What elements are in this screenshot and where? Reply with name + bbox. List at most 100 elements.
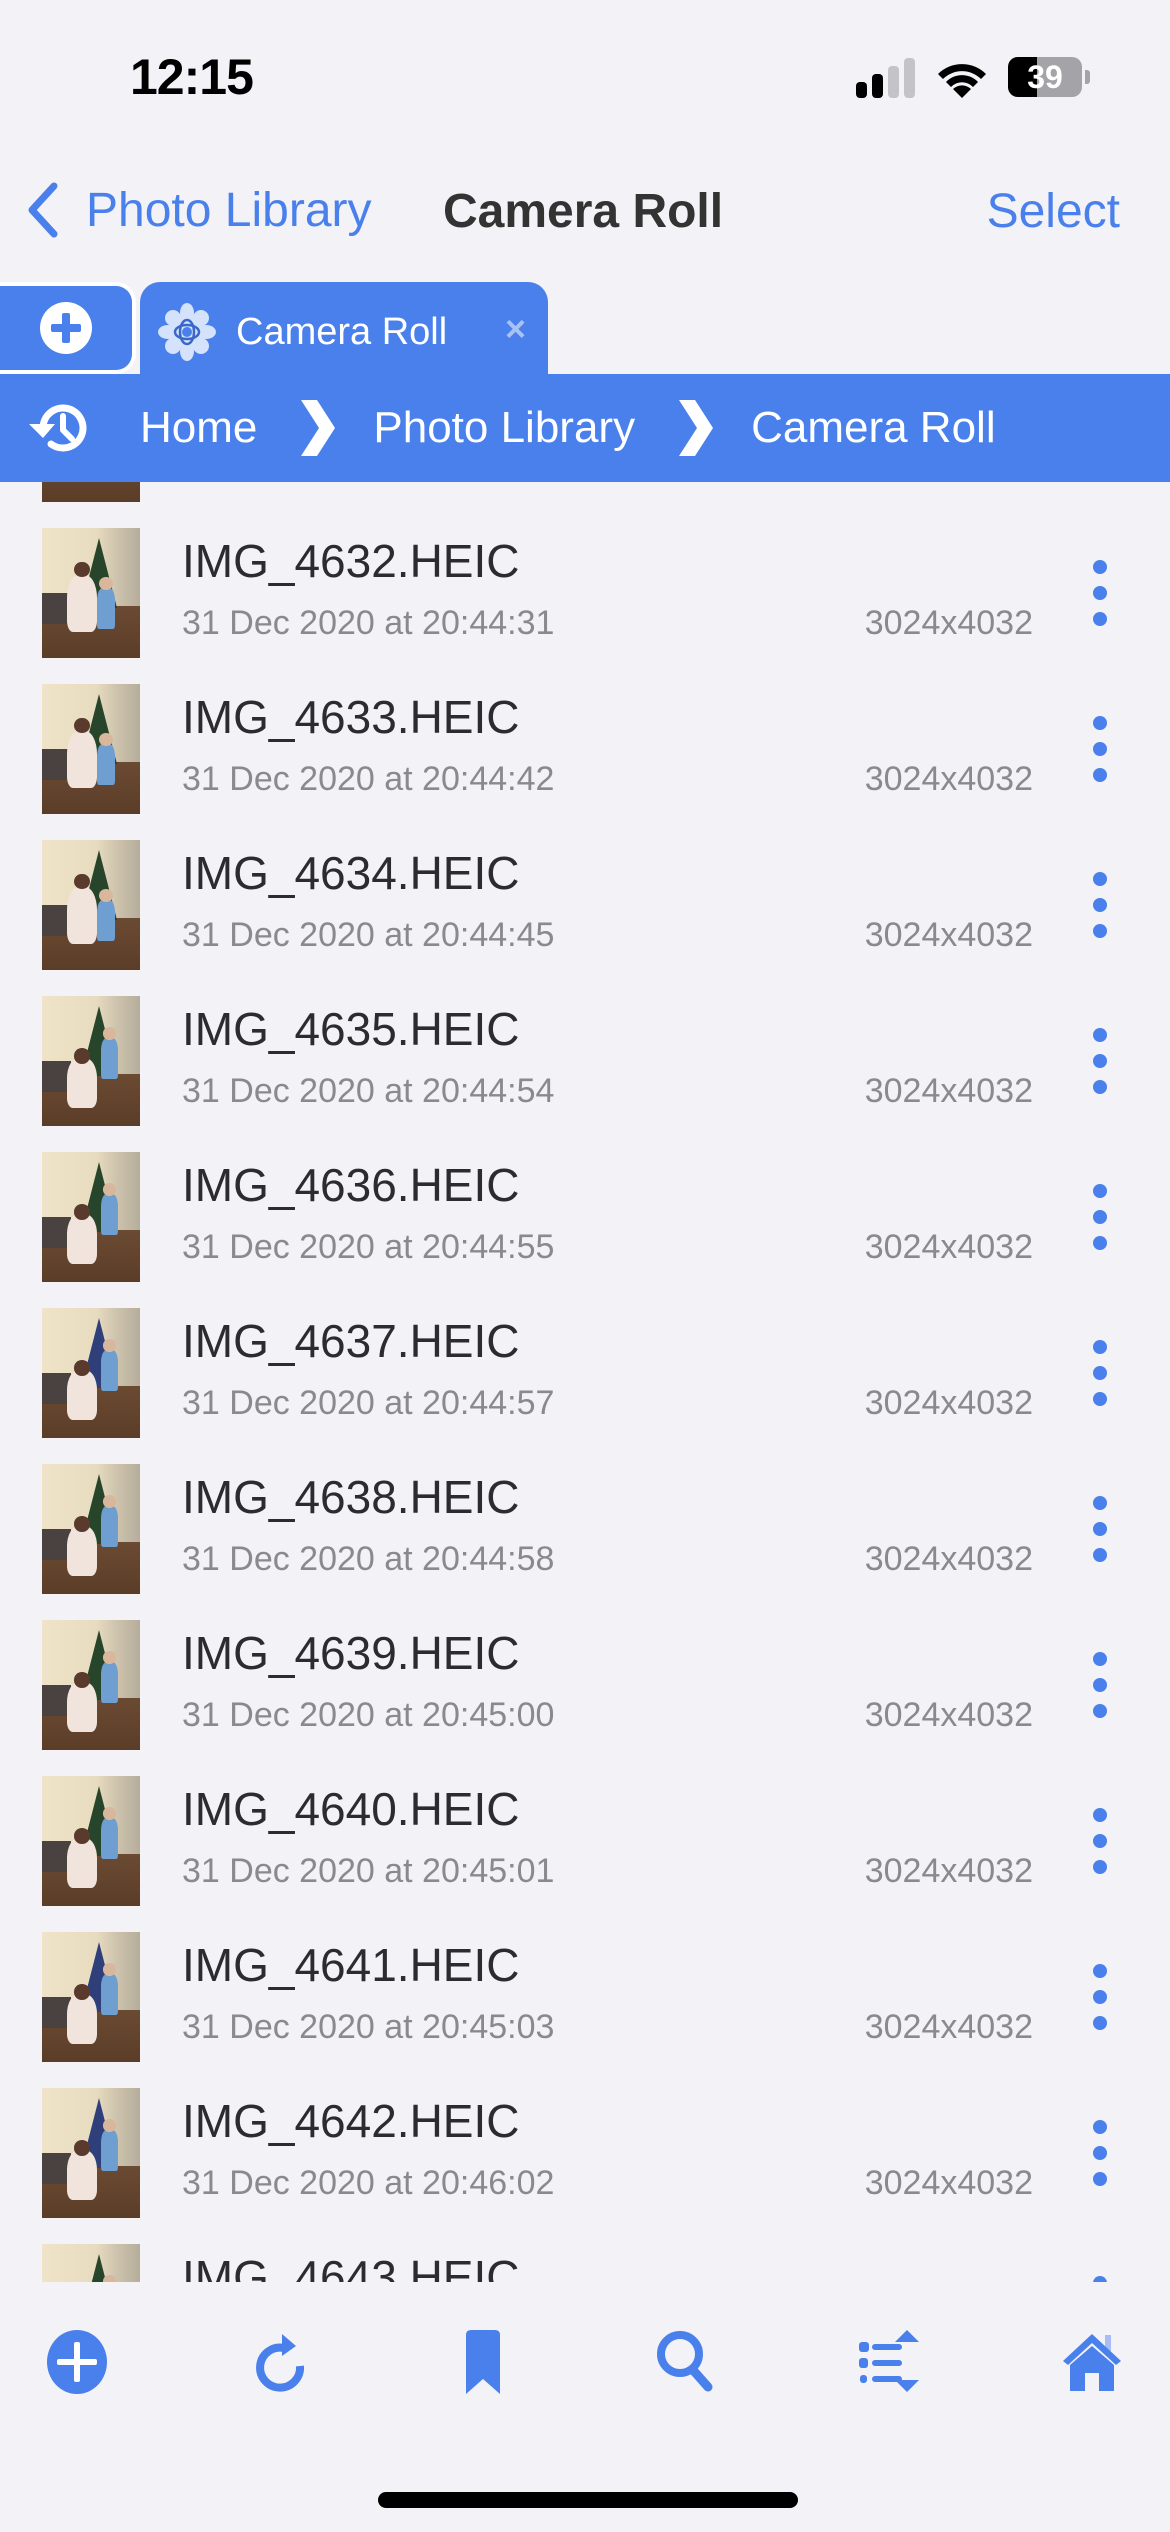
more-options-icon[interactable] [1080,2108,1120,2198]
new-tab-button[interactable] [0,282,136,374]
home-indicator[interactable] [378,2492,798,2508]
file-row[interactable]: IMG_4639.HEIC 31 Dec 2020 at 20:45:00 30… [0,1602,1170,1758]
file-dimensions: 3024x4032 [864,1228,1033,1266]
photo-thumbnail [42,1776,140,1906]
file-date: 31 Dec 2020 at 20:44:58 [182,1540,555,1578]
photo-thumbnail [42,1152,140,1282]
breadcrumb-item-home[interactable]: Home [140,403,257,453]
file-date: 31 Dec 2020 at 20:45:01 [182,1852,555,1890]
file-date: 31 Dec 2020 at 20:44:57 [182,1384,555,1422]
file-row[interactable]: IMG_4633.HEIC 31 Dec 2020 at 20:44:42 30… [0,666,1170,822]
battery-percent: 39 [1027,59,1063,95]
sort-list-icon [859,2330,919,2392]
file-name: IMG_4641.HEIC [182,1939,520,1991]
chevron-right-icon [679,400,714,456]
tab-label: Camera Roll [236,310,448,353]
file-row[interactable]: IMG_4643.HEIC [0,2226,1170,2282]
file-dimensions: 3024x4032 [864,2008,1033,2046]
file-row[interactable]: IMG_4638.HEIC 31 Dec 2020 at 20:44:58 30… [0,1446,1170,1602]
bottom-toolbar [0,2282,1170,2442]
wifi-icon [938,64,986,98]
cellular-signal-icon [856,58,916,98]
sort-button[interactable] [849,2322,929,2402]
more-options-icon[interactable] [1080,1796,1120,1886]
file-name: IMG_4636.HEIC [182,1159,520,1211]
home-button[interactable] [1052,2322,1132,2402]
file-row[interactable]: IMG_4640.HEIC 31 Dec 2020 at 20:45:01 30… [0,1758,1170,1914]
search-icon [657,2331,713,2392]
file-date: 31 Dec 2020 at 20:44:55 [182,1228,555,1266]
breadcrumb: Home Photo Library Camera Roll [0,374,1170,482]
history-button[interactable] [24,393,94,463]
home-icon [1063,2334,1121,2391]
file-name: IMG_4635.HEIC [182,1003,520,1055]
file-date: 31 Dec 2020 at 20:45:00 [182,1696,555,1734]
file-dimensions: 3024x4032 [864,1540,1033,1578]
add-button[interactable] [37,2322,117,2402]
chevron-right-icon [301,400,336,456]
refresh-button[interactable] [240,2322,320,2402]
file-row[interactable]: IMG_4635.HEIC 31 Dec 2020 at 20:44:54 30… [0,978,1170,1134]
file-row[interactable]: IMG_4642.HEIC 31 Dec 2020 at 20:46:02 30… [0,2070,1170,2226]
more-options-icon[interactable] [1080,1328,1120,1418]
more-options-icon[interactable] [1080,1640,1120,1730]
photo-thumbnail [42,996,140,1126]
search-button[interactable] [646,2322,726,2402]
bookmarks-button[interactable] [443,2322,523,2402]
file-row[interactable]: IMG_4637.HEIC 31 Dec 2020 at 20:44:57 30… [0,1290,1170,1446]
plus-circle-icon [47,2330,107,2394]
photo-thumbnail [42,1932,140,2062]
more-options-icon[interactable] [1080,2264,1120,2282]
more-options-icon[interactable] [1080,1484,1120,1574]
file-name: IMG_4633.HEIC [182,691,520,743]
photos-flower-icon [158,303,216,361]
file-list[interactable]: IMG_4631.HEIC 31 Dec 2020 at 20:44:19 30… [0,482,1170,2282]
more-options-icon[interactable] [1080,1952,1120,2042]
chevron-left-icon [28,182,58,238]
more-options-icon[interactable] [1080,860,1120,950]
file-date: 31 Dec 2020 at 20:44:42 [182,760,555,798]
status-time: 12:15 [130,49,254,105]
more-options-icon[interactable] [1080,1016,1120,1106]
breadcrumb-item-photo-library[interactable]: Photo Library [373,403,635,453]
select-button[interactable]: Select [987,184,1120,239]
file-name: IMG_4632.HEIC [182,535,520,587]
file-name: IMG_4642.HEIC [182,2095,520,2147]
file-row[interactable]: IMG_4634.HEIC 31 Dec 2020 at 20:44:45 30… [0,822,1170,978]
file-name: IMG_4634.HEIC [182,847,520,899]
more-options-icon[interactable] [1080,548,1120,638]
file-dimensions: 3024x4032 [864,604,1033,642]
file-dimensions: 3024x4032 [864,760,1033,798]
file-date: 31 Dec 2020 at 20:45:03 [182,2008,555,2046]
file-name: IMG_4643.HEIC [182,2251,520,2282]
photo-thumbnail [42,1464,140,1594]
back-button-label: Photo Library [86,183,372,237]
file-row[interactable]: IMG_4631.HEIC 31 Dec 2020 at 20:44:19 30… [0,482,1170,510]
file-name: IMG_4637.HEIC [182,1315,520,1367]
more-options-icon[interactable] [1080,704,1120,794]
file-row[interactable]: IMG_4641.HEIC 31 Dec 2020 at 20:45:03 30… [0,1914,1170,2070]
file-date: 31 Dec 2020 at 20:46:02 [182,2164,555,2202]
navigation-bar: Photo Library Camera Roll Select [0,160,1170,260]
file-row[interactable]: IMG_4632.HEIC 31 Dec 2020 at 20:44:31 30… [0,510,1170,666]
file-dimensions: 3024x4032 [864,1852,1033,1890]
photo-thumbnail [42,2244,140,2282]
file-dimensions: 3024x4032 [864,916,1033,954]
tab-camera-roll[interactable]: Camera Roll × [140,282,548,382]
status-bar: 12:15 39 [0,0,1170,150]
back-button[interactable]: Photo Library [24,178,372,242]
file-dimensions: 3024x4032 [864,2164,1033,2202]
photo-thumbnail [42,2088,140,2218]
file-date: 31 Dec 2020 at 20:44:31 [182,604,555,642]
file-dimensions: 3024x4032 [865,482,1033,487]
breadcrumb-item-camera-roll[interactable]: Camera Roll [751,403,996,453]
file-date: 31 Dec 2020 at 20:44:19 [182,482,554,487]
history-icon [29,404,87,452]
close-tab-icon[interactable]: × [505,308,526,350]
file-date: 31 Dec 2020 at 20:44:54 [182,1072,555,1110]
photo-thumbnail [42,684,140,814]
refresh-icon [256,2334,305,2392]
file-row[interactable]: IMG_4636.HEIC 31 Dec 2020 at 20:44:55 30… [0,1134,1170,1290]
more-options-icon[interactable] [1080,1172,1120,1262]
photo-thumbnail [42,528,140,658]
